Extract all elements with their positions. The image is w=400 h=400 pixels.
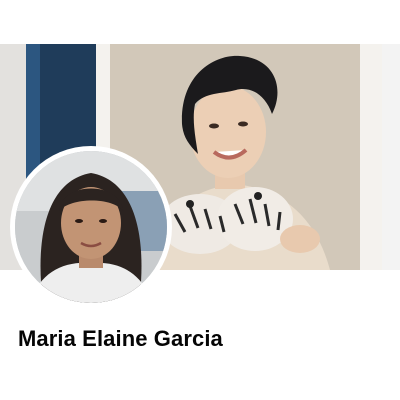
top-blank-area [0, 0, 400, 44]
profile-page: Maria Elaine Garcia [0, 0, 400, 400]
profile-photo-ring [10, 146, 172, 308]
profile-photo[interactable] [15, 151, 167, 303]
profile-name: Maria Elaine Garcia [18, 326, 223, 351]
profile-photo-image [15, 151, 167, 303]
